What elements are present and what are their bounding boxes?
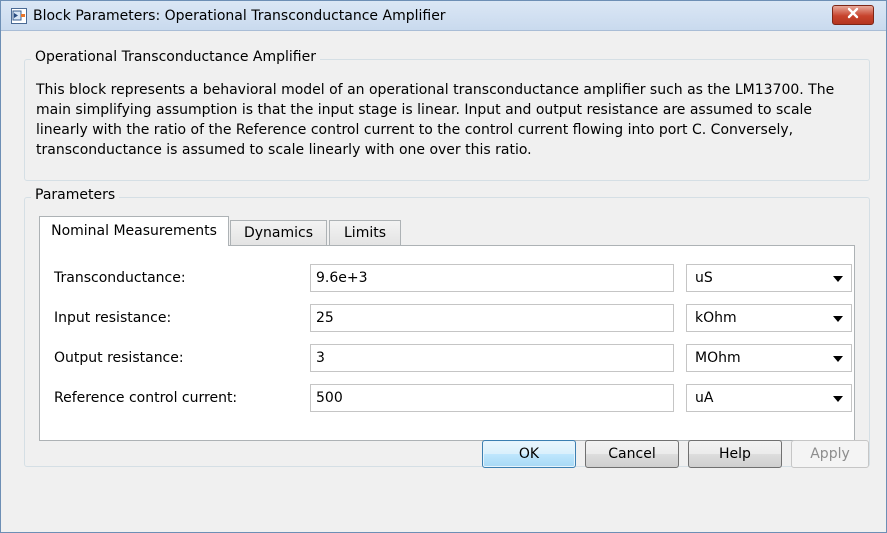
input-resistance-label: Input resistance:	[54, 310, 172, 326]
output-resistance-unit-select[interactable]: MOhm	[686, 344, 852, 372]
apply-button[interactable]: Apply	[791, 440, 869, 468]
reference-control-current-unit-select[interactable]: uA	[686, 384, 852, 412]
input-resistance-unit: kOhm	[695, 310, 737, 326]
description-line: This block represents a behavioral model…	[36, 82, 835, 98]
description-text: This block represents a behavioral model…	[36, 80, 868, 160]
tab-limits[interactable]: Limits	[329, 220, 401, 246]
param-row-output-resistance: Output resistance: MOhm	[40, 344, 854, 374]
param-row-reference-control-current: Reference control current: uA	[40, 384, 854, 414]
transconductance-unit: uS	[695, 270, 713, 286]
input-resistance-unit-select[interactable]: kOhm	[686, 304, 852, 332]
param-row-input-resistance: Input resistance: kOhm	[40, 304, 854, 334]
transconductance-unit-select[interactable]: uS	[686, 264, 852, 292]
tab-nominal-measurements[interactable]: Nominal Measurements	[39, 216, 229, 246]
input-resistance-input[interactable]	[310, 304, 674, 332]
dialog-window: Block Parameters: Operational Transcondu…	[0, 0, 887, 533]
parameters-group: Parameters Nominal Measurements Dynamics…	[24, 187, 870, 467]
transconductance-label: Transconductance:	[54, 270, 186, 286]
description-line: transconductance is assumed to scale lin…	[36, 142, 532, 158]
close-button[interactable]	[832, 5, 874, 25]
description-group-label: Operational Transconductance Amplifier	[31, 49, 320, 65]
chevron-down-icon	[833, 276, 843, 282]
simulink-block-icon	[11, 8, 27, 24]
tab-dynamics[interactable]: Dynamics	[230, 220, 327, 246]
chevron-down-icon	[833, 316, 843, 322]
chevron-down-icon	[833, 356, 843, 362]
output-resistance-unit: MOhm	[695, 350, 741, 366]
output-resistance-label: Output resistance:	[54, 350, 184, 366]
description-line: main simplifying assumption is that the …	[36, 102, 813, 118]
cancel-button[interactable]: Cancel	[585, 440, 679, 468]
close-icon	[847, 7, 859, 23]
reference-control-current-label: Reference control current:	[54, 390, 238, 406]
window-title: Block Parameters: Operational Transcondu…	[33, 8, 446, 24]
nominal-measurements-panel: Transconductance: uS Input resistance: k…	[39, 245, 855, 441]
output-resistance-input[interactable]	[310, 344, 674, 372]
parameters-group-label: Parameters	[31, 187, 120, 203]
reference-control-current-input[interactable]	[310, 384, 674, 412]
dialog-content: Operational Transconductance Amplifier T…	[2, 32, 885, 531]
description-line: linearly with the ratio of the Reference…	[36, 122, 794, 138]
description-group: Operational Transconductance Amplifier T…	[24, 49, 870, 181]
title-bar[interactable]: Block Parameters: Operational Transcondu…	[1, 1, 886, 31]
help-button[interactable]: Help	[688, 440, 782, 468]
chevron-down-icon	[833, 396, 843, 402]
param-row-transconductance: Transconductance: uS	[40, 264, 854, 294]
reference-control-current-unit: uA	[695, 390, 714, 406]
ok-button[interactable]: OK	[482, 440, 576, 468]
transconductance-input[interactable]	[310, 264, 674, 292]
